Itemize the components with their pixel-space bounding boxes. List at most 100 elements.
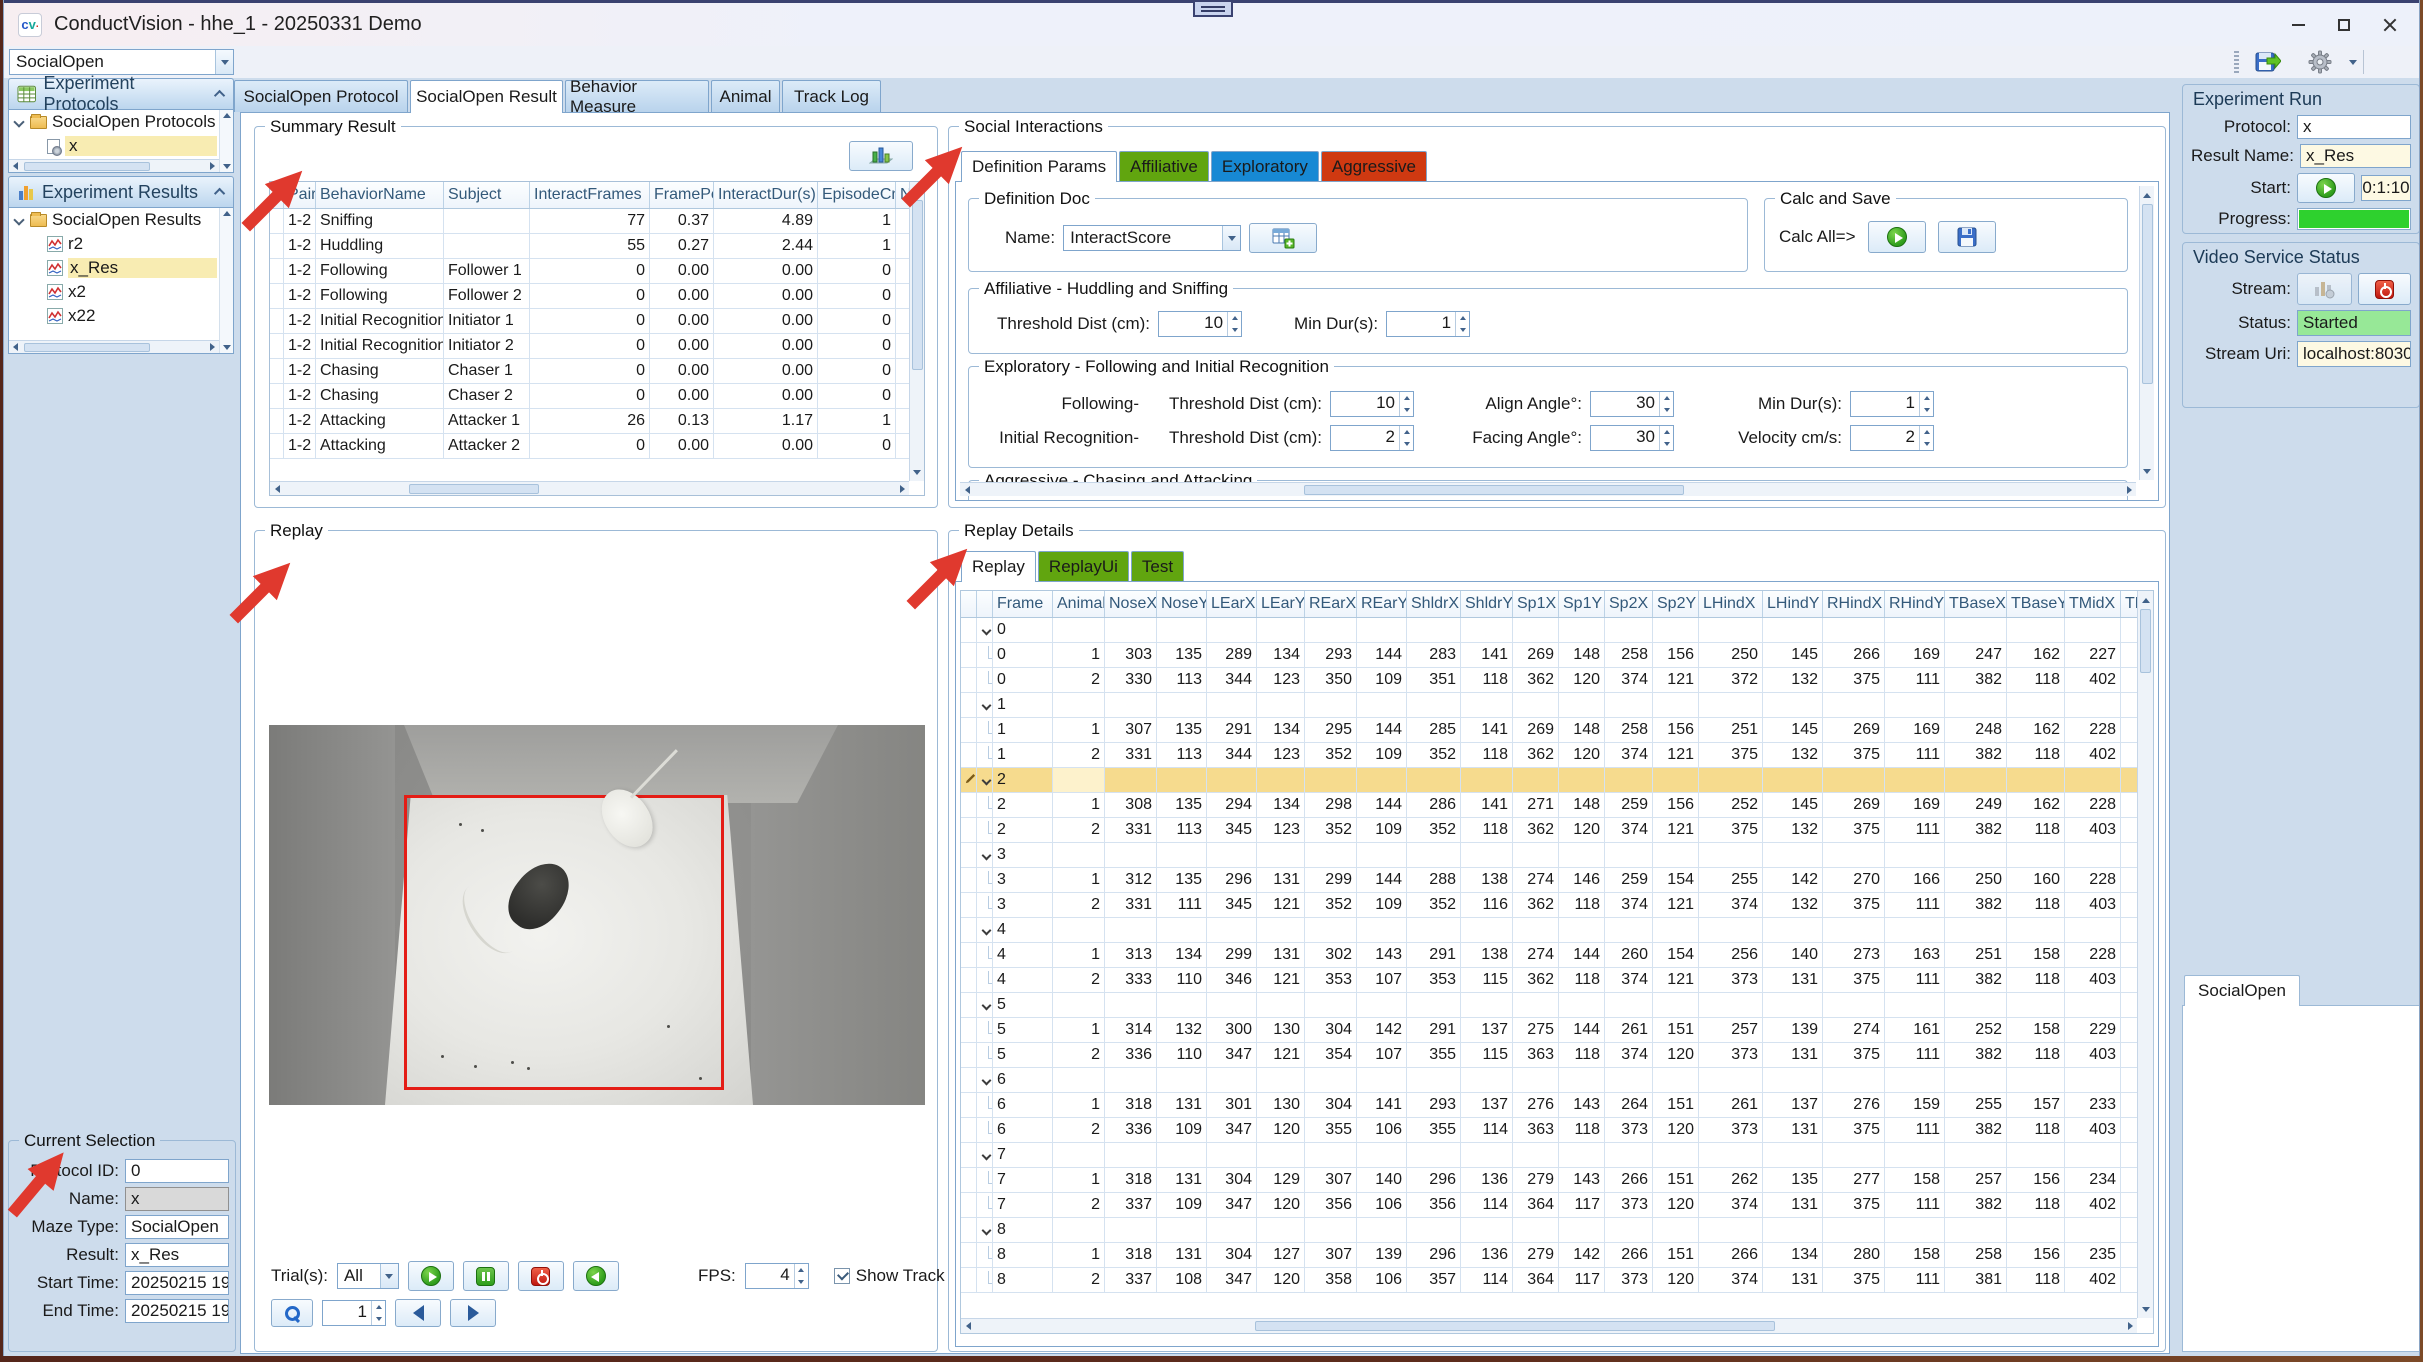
cell[interactable]: 363 xyxy=(1513,1118,1559,1142)
cell[interactable]: 255 xyxy=(1699,868,1763,892)
header-cell[interactable]: TMidX xyxy=(2065,591,2121,617)
frame-cell[interactable]: 5 xyxy=(993,1018,1053,1042)
cell[interactable]: 134 xyxy=(1157,943,1207,967)
cell[interactable]: 131 xyxy=(1763,1268,1823,1292)
cell[interactable] xyxy=(896,434,909,458)
cell[interactable]: 156 xyxy=(1653,718,1699,742)
cell[interactable] xyxy=(1207,993,1257,1017)
cell[interactable] xyxy=(1605,843,1653,867)
cell[interactable]: 257 xyxy=(1699,1018,1763,1042)
cell[interactable] xyxy=(1559,843,1605,867)
cell[interactable]: 382 xyxy=(1945,1043,2007,1067)
horizontal-scrollbar[interactable] xyxy=(9,159,219,172)
cell[interactable]: 109 xyxy=(1357,668,1407,692)
header-cell[interactable]: LHindY xyxy=(1763,591,1823,617)
cell[interactable]: 120 xyxy=(1257,1193,1305,1217)
tree-item-x2[interactable]: x2 xyxy=(9,280,233,304)
header-cell[interactable]: BehaviorName xyxy=(316,182,444,208)
row-selector[interactable] xyxy=(270,384,284,408)
cell[interactable]: 120 xyxy=(1653,1193,1699,1217)
cell[interactable]: 121 xyxy=(1653,668,1699,692)
cell[interactable]: 355 xyxy=(1407,1118,1461,1142)
expander-icon[interactable] xyxy=(982,776,992,786)
cell[interactable]: 162 xyxy=(2007,793,2065,817)
cell[interactable]: 266 xyxy=(1605,1243,1653,1267)
row-selector[interactable] xyxy=(961,793,977,817)
minimize-button[interactable] xyxy=(2275,3,2321,46)
cell[interactable] xyxy=(2121,1068,2137,1092)
cell[interactable]: 113 xyxy=(1157,818,1207,842)
cell[interactable]: 151 xyxy=(1653,1018,1699,1042)
cell[interactable]: 257 xyxy=(1945,1168,2007,1192)
row-selector[interactable] xyxy=(961,968,977,992)
cell[interactable] xyxy=(1461,918,1513,942)
cell[interactable]: 120 xyxy=(1653,1268,1699,1292)
cell[interactable] xyxy=(1763,768,1823,792)
cell[interactable]: 137 xyxy=(1763,1093,1823,1117)
cell[interactable]: 131 xyxy=(1257,868,1305,892)
cell[interactable]: Initiator 1 xyxy=(444,309,530,333)
cell[interactable] xyxy=(1945,1143,2007,1167)
cell[interactable]: 300 xyxy=(1207,1018,1257,1042)
cell[interactable]: 134 xyxy=(1257,718,1305,742)
tree-line-cell[interactable] xyxy=(977,1043,993,1067)
field-value-0[interactable]: 0 xyxy=(125,1159,229,1183)
cell[interactable] xyxy=(2007,918,2065,942)
cell[interactable]: 375 xyxy=(1699,743,1763,767)
cell[interactable]: 156 xyxy=(1653,643,1699,667)
cell[interactable]: 353 xyxy=(1305,968,1357,992)
cell[interactable] xyxy=(1653,993,1699,1017)
cell[interactable] xyxy=(1513,768,1559,792)
vertical-scrollbar[interactable] xyxy=(2139,186,2154,480)
cell[interactable]: 109 xyxy=(1357,893,1407,917)
cell[interactable]: 266 xyxy=(1605,1168,1653,1192)
cell[interactable]: 251 xyxy=(1699,718,1763,742)
cell[interactable]: 375 xyxy=(1823,968,1885,992)
row-selector[interactable] xyxy=(961,1093,977,1117)
frame-group-row[interactable]: 6 xyxy=(961,1068,2137,1093)
cell[interactable] xyxy=(1763,918,1823,942)
cell[interactable]: 280 xyxy=(1823,1243,1885,1267)
stop-button[interactable] xyxy=(518,1261,564,1291)
frame-cell[interactable]: 0 xyxy=(993,643,1053,667)
cell[interactable] xyxy=(1461,843,1513,867)
cell[interactable] xyxy=(2121,1168,2137,1192)
rewind-button[interactable] xyxy=(573,1261,619,1291)
cell[interactable]: 109 xyxy=(1357,743,1407,767)
cell[interactable]: 114 xyxy=(1461,1193,1513,1217)
cell[interactable] xyxy=(1053,1218,1105,1242)
cell[interactable] xyxy=(1461,693,1513,717)
frame-cell[interactable]: 6 xyxy=(993,1118,1053,1142)
cell[interactable]: 304 xyxy=(1207,1243,1257,1267)
table-row[interactable]: 1-2Huddling550.272.441 xyxy=(270,234,909,259)
cell[interactable] xyxy=(1053,768,1105,792)
cell[interactable]: 403 xyxy=(2065,968,2121,992)
cell[interactable]: 118 xyxy=(1559,893,1605,917)
cell[interactable]: 274 xyxy=(1513,868,1559,892)
field-value-5[interactable]: 20250215 19 xyxy=(125,1299,229,1323)
tree-line-cell[interactable] xyxy=(977,668,993,692)
cell[interactable]: 279 xyxy=(1513,1243,1559,1267)
cell[interactable] xyxy=(1945,618,2007,642)
cell[interactable]: 382 xyxy=(1945,1193,2007,1217)
cell[interactable] xyxy=(1763,618,1823,642)
cell[interactable]: 364 xyxy=(1513,1193,1559,1217)
cell[interactable]: 144 xyxy=(1357,868,1407,892)
cell[interactable]: 262 xyxy=(1699,1168,1763,1192)
cell[interactable]: 1-2 xyxy=(284,409,316,433)
cell[interactable]: 382 xyxy=(1945,893,2007,917)
cell[interactable] xyxy=(1823,768,1885,792)
cell[interactable] xyxy=(1605,1218,1653,1242)
cell[interactable]: 118 xyxy=(2007,1118,2065,1142)
tab-definition-params[interactable]: Definition Params xyxy=(961,151,1117,182)
cell[interactable]: 141 xyxy=(1461,793,1513,817)
cell[interactable]: Sniffing xyxy=(316,209,444,233)
cell[interactable] xyxy=(896,259,909,283)
cell[interactable]: 347 xyxy=(1207,1043,1257,1067)
animal-data-row[interactable]: 5233611034712135410735511536311837412037… xyxy=(961,1043,2137,1068)
cell[interactable] xyxy=(1513,693,1559,717)
header-cell[interactable]: Sp2X xyxy=(1605,591,1653,617)
tree-line-cell[interactable] xyxy=(977,818,993,842)
cell[interactable]: 144 xyxy=(1357,643,1407,667)
definition-name-select[interactable]: InteractScore xyxy=(1063,225,1241,251)
